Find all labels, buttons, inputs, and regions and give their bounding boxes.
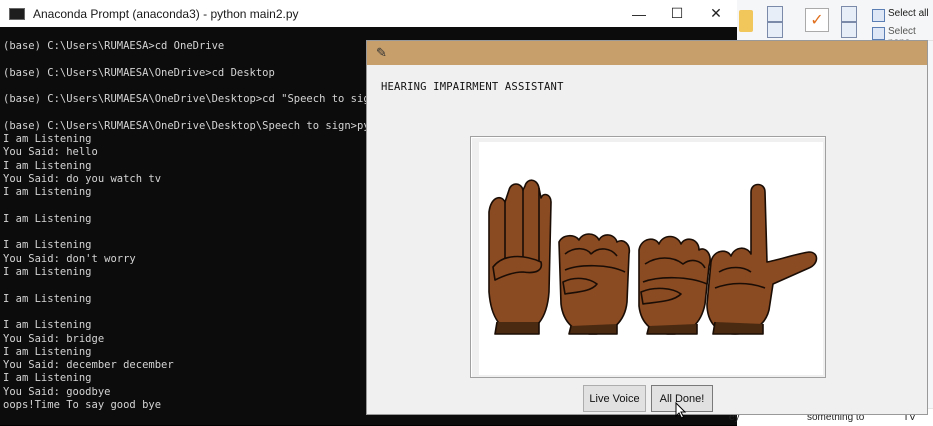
properties-check-icon[interactable]: ✓ (805, 8, 829, 32)
edit-icon[interactable] (841, 22, 857, 38)
explorer-ribbon: ✓ Select all Select none (737, 0, 933, 48)
mouse-cursor-icon (675, 402, 687, 419)
select-none-icon (872, 27, 885, 40)
hand-sign-2 (558, 233, 631, 335)
hand-sign-4 (706, 183, 818, 335)
close-button[interactable]: ✕ (697, 0, 735, 27)
console-titlebar[interactable]: Anaconda Prompt (anaconda3) - python mai… (0, 0, 737, 27)
select-all-button[interactable]: Select all (888, 8, 929, 19)
minimize-button[interactable]: — (620, 0, 658, 27)
hand-sign-3 (638, 235, 711, 335)
sign-language-image (479, 142, 823, 375)
copy-path-icon[interactable] (767, 6, 783, 22)
maximize-button[interactable]: ☐ (658, 0, 696, 27)
open-icon[interactable] (841, 6, 857, 22)
console-output: (base) C:\Users\RUMAESA>cd OneDrive (bas… (3, 40, 389, 412)
console-title: Anaconda Prompt (anaconda3) - python mai… (33, 6, 299, 21)
select-all-icon (872, 9, 885, 22)
folder-icon[interactable] (739, 10, 753, 32)
assistant-window[interactable]: ✎ HEARING IMPAIRMENT ASSISTANT Live Voic… (366, 40, 928, 419)
live-voice-button[interactable]: Live Voice (583, 385, 646, 412)
assistant-titlebar[interactable]: ✎ (367, 41, 927, 65)
sign-image-frame (470, 136, 826, 378)
feather-icon: ✎ (376, 45, 387, 60)
sign-hands-illustration (488, 179, 818, 335)
paste-shortcut-icon[interactable] (767, 22, 783, 38)
hand-sign-1 (488, 179, 552, 335)
page-title: HEARING IMPAIRMENT ASSISTANT (381, 81, 564, 93)
terminal-icon (9, 7, 25, 20)
